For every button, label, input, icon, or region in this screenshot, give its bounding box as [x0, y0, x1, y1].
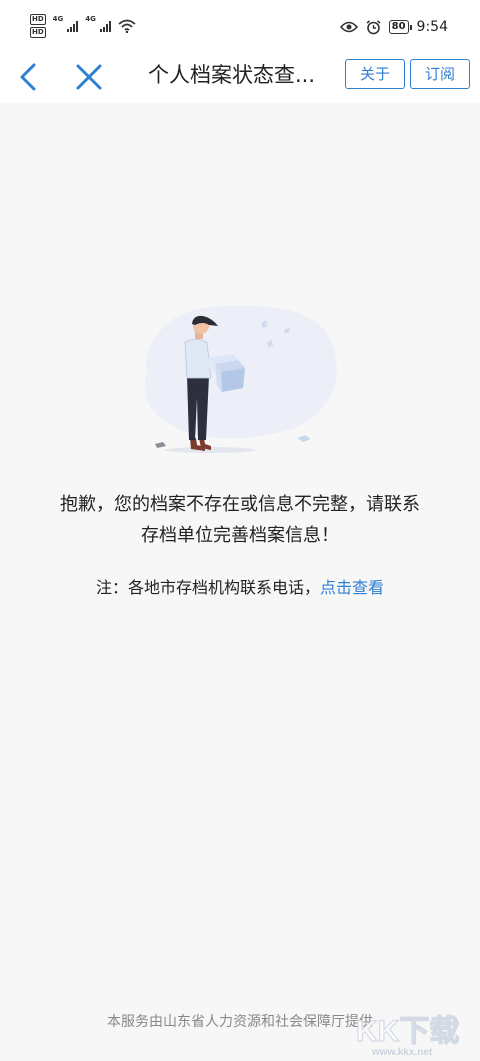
subscribe-button[interactable]: 订阅 [410, 59, 470, 89]
wifi-icon [118, 19, 136, 33]
signal-icon [99, 20, 111, 32]
close-button[interactable] [72, 60, 106, 94]
hd-badge: HD [30, 14, 46, 25]
view-contacts-link[interactable]: 点击查看 [320, 578, 384, 597]
contact-note: 注：各地市存档机构联系电话，点击查看 [0, 574, 480, 598]
network-type: 4G [85, 15, 96, 23]
empty-state-illustration [144, 305, 337, 453]
close-icon [76, 64, 102, 90]
svg-text:KK下载: KK下载 [356, 1015, 459, 1048]
hd-badge: HD [30, 27, 46, 38]
battery-indicator: 80 [388, 20, 412, 34]
network-type: 4G [52, 15, 64, 23]
error-message-line: 存档单位完善档案信息！ [141, 525, 339, 546]
note-text: 注：各地市存档机构联系电话， [95, 578, 320, 597]
watermark-logo: KK下载 www.kkx.net [355, 1014, 460, 1058]
about-button[interactable]: 关于 [345, 59, 405, 89]
error-message-line: 抱歉，您的档案不存在或信息不完整，请联系 [60, 494, 420, 515]
clock: 9:54 [416, 19, 448, 35]
status-bar: HD HD 4G 4G 80 9:54 [0, 0, 480, 56]
svg-text:www.kkx.net: www.kkx.net [371, 1047, 433, 1058]
back-button[interactable] [14, 60, 44, 94]
signal-icon [67, 20, 79, 32]
alarm-icon [366, 19, 381, 34]
chevron-left-icon [20, 63, 36, 91]
status-right: 80 9:54 [339, 19, 448, 35]
error-message: 抱歉，您的档案不存在或信息不完整，请联系 存档单位完善档案信息！ [20, 489, 460, 551]
hd-badges: HD HD [30, 14, 46, 38]
page-title: 个人档案状态查... [148, 63, 316, 87]
nav-bar: 个人档案状态查... 关于 订阅 [0, 56, 480, 103]
eye-icon [339, 21, 358, 33]
status-left: HD HD 4G 4G [30, 14, 136, 38]
